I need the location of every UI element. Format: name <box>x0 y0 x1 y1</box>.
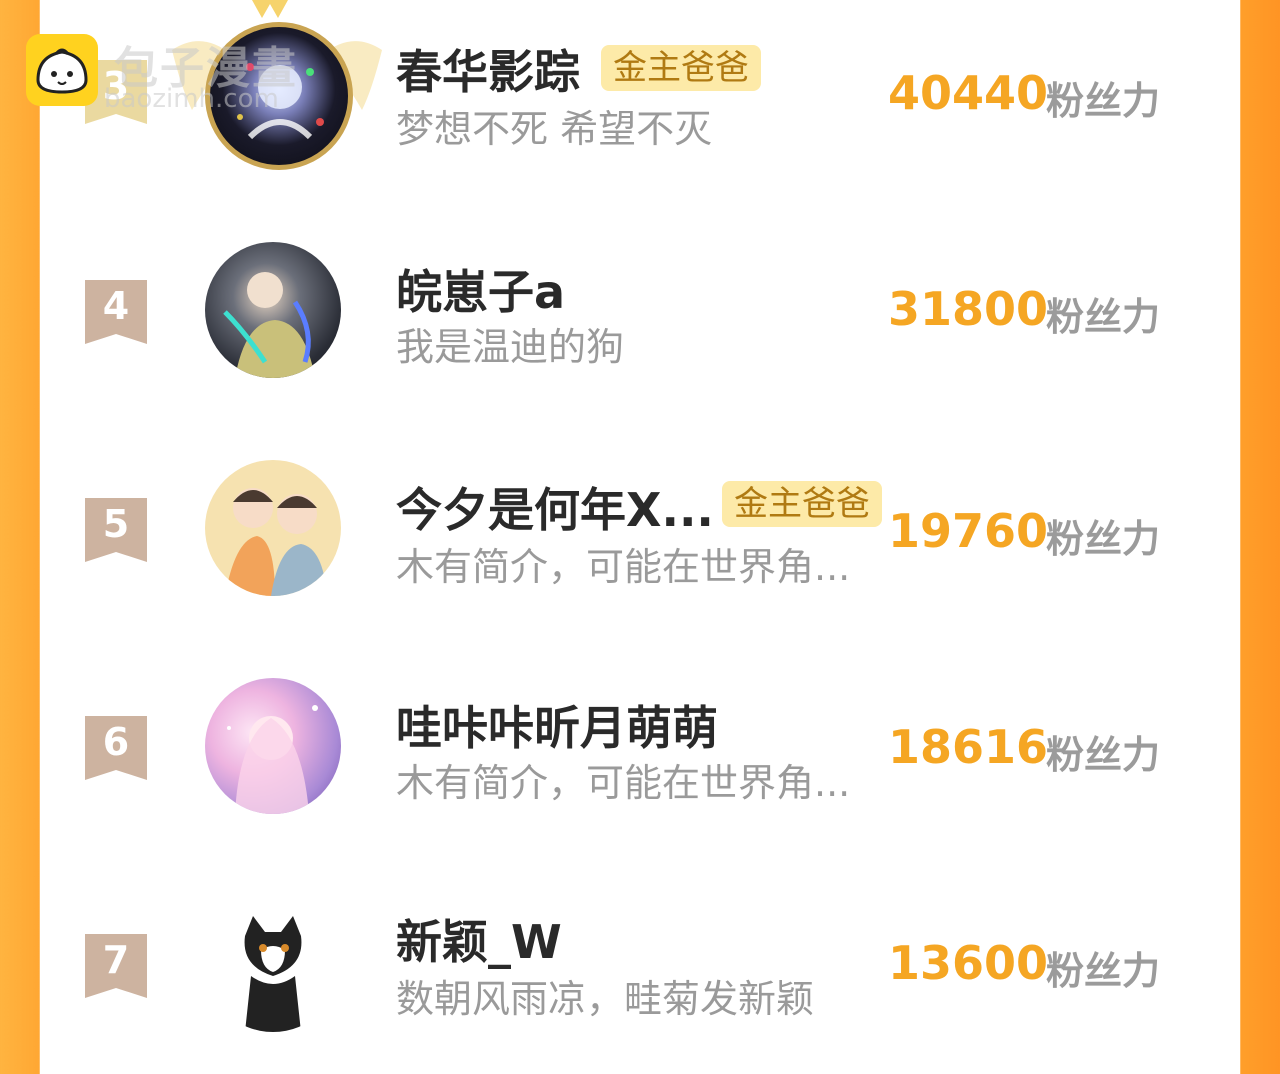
user-bio: 数朝风雨凉，畦菊发新颖 <box>396 977 815 1021</box>
fan-power-label: 粉丝力 <box>1046 295 1161 339</box>
user-avatar[interactable] <box>205 460 341 596</box>
rank-number: 5 <box>102 502 130 546</box>
user-name[interactable]: 哇咔咔昕月萌萌 <box>396 692 718 758</box>
fan-power-value: 19760 <box>888 504 1049 558</box>
fan-power-value: 40440 <box>888 66 1049 120</box>
user-name[interactable]: 新颖_W <box>396 906 562 972</box>
rank-number: 6 <box>102 720 130 764</box>
fan-power-value: 18616 <box>888 720 1049 774</box>
rank-row-6[interactable]: 6 哇咔咔昕月萌萌 木有简介，可能在世界角... 18616 粉丝力 <box>40 656 1240 856</box>
user-bio: 木有简介，可能在世界角... <box>396 545 851 589</box>
fan-power-label: 粉丝力 <box>1046 79 1161 123</box>
rank-number: 4 <box>102 284 130 328</box>
sponsor-badge: 金主爸爸 <box>722 481 882 527</box>
user-bio: 我是温迪的狗 <box>396 325 625 369</box>
rank-number: 7 <box>102 938 130 982</box>
bun-logo-icon <box>26 34 98 106</box>
user-name[interactable]: 皖崽子a <box>396 256 565 322</box>
fan-power-label: 粉丝力 <box>1046 733 1161 777</box>
fan-power-label: 粉丝力 <box>1046 517 1161 561</box>
user-avatar[interactable] <box>205 896 341 1032</box>
user-avatar[interactable] <box>205 678 341 814</box>
user-bio: 梦想不死 希望不灭 <box>396 107 713 151</box>
rank-ribbon: 7 <box>85 934 147 998</box>
sponsor-badge: 金主爸爸 <box>601 45 761 91</box>
user-name[interactable]: 今夕是何年X... <box>396 474 714 540</box>
user-bio: 木有简介，可能在世界角... <box>396 761 851 805</box>
user-name[interactable]: 春华影踪 <box>396 36 580 102</box>
rank-row-5[interactable]: 5 今夕是何年X... 金主爸爸 木有简介，可能在世界角... 19760 粉丝… <box>40 438 1240 638</box>
user-avatar[interactable] <box>205 242 341 378</box>
fan-power-label: 粉丝力 <box>1046 949 1161 993</box>
rank-ribbon: 5 <box>85 498 147 562</box>
rank-row-4[interactable]: 4 皖崽子a 我是温迪的狗 31800 粉丝力 <box>40 220 1240 420</box>
fan-power-value: 31800 <box>888 282 1049 336</box>
rank-ribbon: 4 <box>85 280 147 344</box>
fan-power-value: 13600 <box>888 936 1049 990</box>
watermark-url: baozimh.com <box>104 84 279 114</box>
site-watermark: 包子漫畫 baozimh.com <box>26 34 346 114</box>
rank-row-7[interactable]: 7 新颖_W 数朝风雨凉，畦菊发新颖 13600 粉丝力 <box>40 874 1240 1074</box>
rank-ribbon: 6 <box>85 716 147 780</box>
